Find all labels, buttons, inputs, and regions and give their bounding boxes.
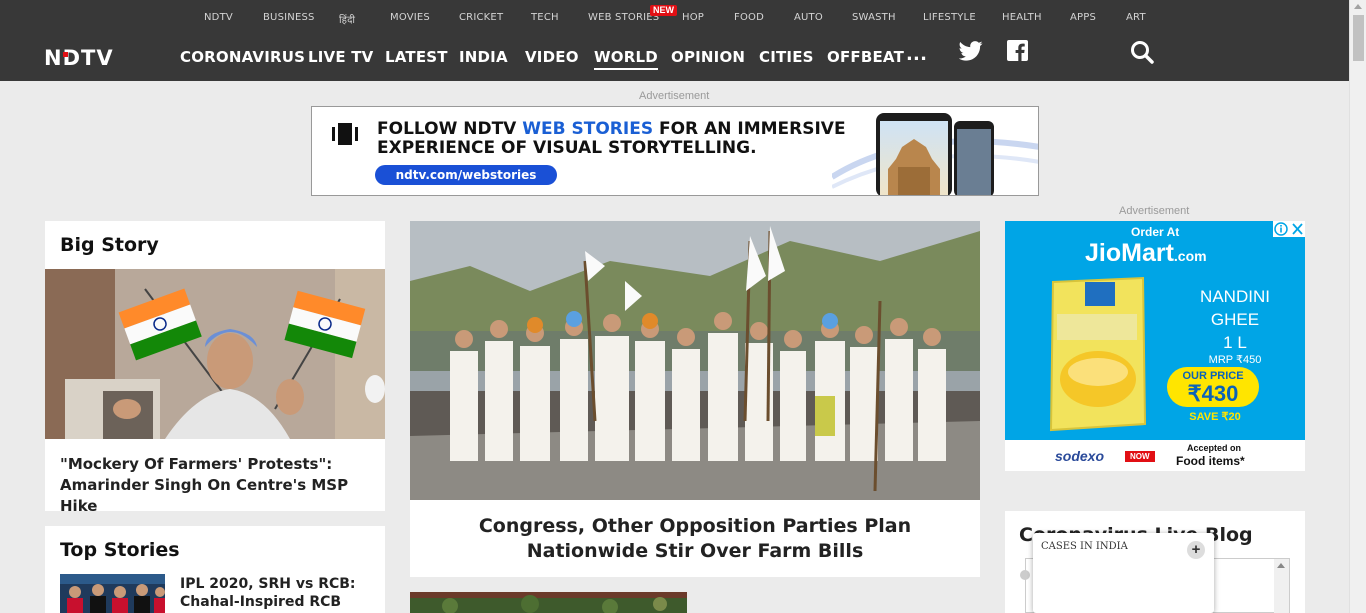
- lead-story-headline[interactable]: Congress, Other Opposition Parties Plan …: [410, 500, 980, 577]
- stories-icon: [332, 123, 358, 145]
- facebook-icon[interactable]: [1007, 40, 1028, 61]
- nav-coronavirus[interactable]: CORONAVIRUS: [180, 48, 305, 66]
- topnav-hop[interactable]: HOP: [682, 12, 704, 23]
- ad-label-top: Advertisement: [639, 90, 710, 102]
- cases-widget[interactable]: CASES IN INDIA +: [1033, 533, 1214, 613]
- page-scrollbar[interactable]: [1349, 0, 1366, 613]
- liveblog-scroll-up-icon[interactable]: [1277, 563, 1285, 568]
- nav-opinion[interactable]: OPINION: [671, 48, 745, 66]
- topnav-ndtv[interactable]: NDTV: [204, 12, 233, 23]
- jio-save: SAVE ₹20: [1189, 411, 1241, 423]
- search-icon[interactable]: [1130, 40, 1154, 64]
- topnav-cricket[interactable]: CRICKET: [459, 12, 503, 23]
- secondary-story-image[interactable]: [410, 592, 687, 613]
- topnav-web-stories[interactable]: WEB STORIES: [588, 12, 659, 23]
- banner-line-2: EXPERIENCE OF VISUAL STORYTELLING.: [377, 138, 757, 158]
- banner-line-1: FOLLOW NDTV WEB STORIES FOR AN IMMERSIVE: [377, 119, 846, 139]
- food-items: Food items*: [1176, 454, 1245, 468]
- cases-label: CASES IN INDIA: [1041, 541, 1128, 552]
- jio-price-badge: OUR PRICE ₹430: [1167, 367, 1259, 407]
- top-story-item-1[interactable]: IPL 2020, SRH vs RCB: Chahal-Inspired RC…: [180, 575, 375, 613]
- top-stories-card: Top Stories IPL 2020, SRH vs RCB: Chahal…: [45, 526, 385, 613]
- topnav-auto[interactable]: AUTO: [794, 12, 823, 23]
- banner-ndtv-brand: NDTV: [463, 119, 517, 139]
- jio-product: NANDINI GHEE 1 L: [1200, 287, 1270, 352]
- nav-world[interactable]: WORLD: [594, 48, 658, 70]
- big-story-headline[interactable]: "Mockery Of Farmers' Protests": Amarinde…: [60, 454, 375, 517]
- topnav-swasth[interactable]: SWASTH: [852, 12, 896, 23]
- lead-story-image[interactable]: [410, 221, 980, 501]
- ad-label-right: Advertisement: [1119, 205, 1190, 217]
- jio-mrp: MRP ₹450: [1208, 354, 1262, 366]
- nav-cities[interactable]: CITIES: [759, 48, 814, 66]
- topnav-movies[interactable]: MOVIES: [390, 12, 430, 23]
- topnav-apps[interactable]: APPS: [1070, 12, 1096, 23]
- ndtv-logo[interactable]: NDTV: [44, 46, 144, 68]
- big-story-heading: Big Story: [60, 234, 159, 256]
- topnav-tech[interactable]: TECH: [531, 12, 559, 23]
- site-header: NDTV BUSINESS हिंदी MOVIES CRICKET TECH …: [0, 0, 1349, 81]
- twitter-icon[interactable]: [959, 41, 983, 61]
- scroll-up-arrow-icon[interactable]: [1354, 4, 1362, 9]
- top-stories-heading: Top Stories: [60, 539, 180, 561]
- sodexo-strip: sodexo NOW Accepted on Food items*: [1005, 440, 1305, 471]
- jio-order-at: Order At: [1131, 225, 1180, 239]
- sodexo-now-badge: NOW: [1125, 451, 1155, 462]
- accepted-on: Accepted on: [1187, 443, 1242, 453]
- top-story-thumbnail[interactable]: [60, 574, 165, 613]
- scroll-thumb[interactable]: [1353, 15, 1364, 61]
- logo-text: NDTV: [44, 46, 114, 68]
- sodexo-logo: sodexo: [1055, 448, 1105, 464]
- ghee-pouch-image: [1049, 276, 1147, 432]
- jiomart-ad[interactable]: Order At JioMart.com NANDINI GHEE 1 L MRP …: [1005, 221, 1305, 471]
- topnav-health[interactable]: HEALTH: [1002, 12, 1042, 23]
- topnav-lifestyle[interactable]: LIFESTYLE: [923, 12, 976, 23]
- topnav-hindi[interactable]: हिंदी: [339, 12, 355, 26]
- topnav-food[interactable]: FOOD: [734, 12, 764, 23]
- big-story-image[interactable]: [45, 269, 385, 439]
- topnav-business[interactable]: BUSINESS: [263, 12, 315, 23]
- nav-video[interactable]: VIDEO: [525, 48, 579, 66]
- expand-plus-icon[interactable]: +: [1187, 541, 1205, 559]
- nav-latest[interactable]: LATEST: [385, 48, 448, 66]
- nav-india[interactable]: INDIA: [459, 48, 508, 66]
- nav-live-tv[interactable]: LIVE TV: [308, 48, 373, 66]
- ad-choices-icon[interactable]: [1273, 221, 1305, 237]
- web-stories-banner[interactable]: FOLLOW NDTV WEB STORIES FOR AN IMMERSIVE…: [311, 106, 1039, 196]
- new-badge: NEW: [650, 5, 677, 16]
- jio-brand: JioMart.com: [1085, 239, 1207, 267]
- banner-url-button[interactable]: ndtv.com/webstories: [375, 165, 557, 185]
- big-story-card: Big Story "Mockery Of Farmers' Protests"…: [45, 221, 385, 515]
- timeline-dot-icon: [1020, 570, 1030, 580]
- nav-more-button[interactable]: ...: [906, 44, 927, 65]
- banner-phones-image: [832, 113, 1038, 195]
- topnav-art[interactable]: ART: [1126, 12, 1146, 23]
- nav-offbeat[interactable]: OFFBEAT: [827, 48, 904, 66]
